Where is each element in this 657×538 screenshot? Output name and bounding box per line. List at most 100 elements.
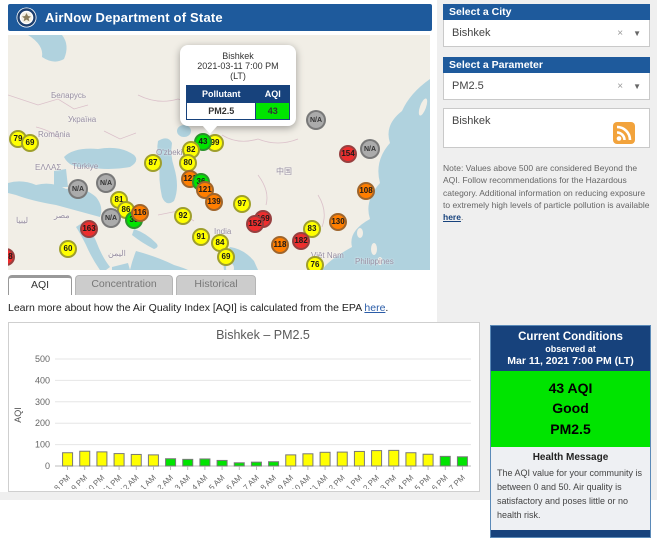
chart-bar	[354, 451, 364, 466]
select-parameter-header: Select a Parameter	[443, 57, 650, 73]
popup-pointer	[202, 125, 218, 134]
map-aqi-marker[interactable]: N/A	[360, 139, 380, 159]
department-of-state-seal-icon	[16, 7, 37, 28]
learn-more-here-link[interactable]: here	[364, 302, 385, 314]
parameter-select[interactable]: PM2.5 × ▼	[444, 73, 649, 99]
chart-bar	[148, 455, 158, 466]
map-aqi-marker[interactable]: 154	[339, 145, 357, 163]
app-header: AirNow Department of State	[8, 4, 432, 31]
chart-svg: 0100200300400500AQIBishkek – PM2.58 PM9 …	[9, 323, 479, 489]
chart-bar	[389, 450, 399, 466]
chart-bar	[166, 459, 176, 466]
map-aqi-marker[interactable]: N/A	[96, 173, 116, 193]
map-aqi-marker[interactable]: 87	[144, 154, 162, 172]
learn-more-suffix: .	[385, 302, 388, 314]
chart-bar	[251, 462, 261, 466]
chart-bar	[217, 460, 227, 466]
map-aqi-marker[interactable]: 92	[174, 207, 192, 225]
note-suffix: .	[461, 212, 463, 222]
map-aqi-marker[interactable]: 152	[246, 215, 264, 233]
tab-bar: AQI Concentration Historical	[8, 275, 256, 295]
city-feed-panel: Bishkek	[443, 108, 650, 148]
chart-bar	[406, 453, 416, 466]
chart-bar	[131, 454, 141, 466]
map-aqi-marker[interactable]: 76	[306, 256, 324, 270]
map-aqi-marker[interactable]: 108	[357, 182, 375, 200]
city-clear-icon[interactable]: ×	[617, 28, 623, 39]
chart-y-tick-label: 400	[35, 375, 50, 385]
chart-bar	[423, 454, 433, 466]
popup-col-pollutant: Pollutant	[187, 86, 256, 103]
health-message-text: The AQI value for your community is betw…	[497, 467, 644, 523]
map-aqi-marker[interactable]: 69	[217, 248, 235, 266]
observed-at-datetime: Mar 11, 2021 7:00 PM (LT)	[493, 355, 648, 367]
health-message-title: Health Message	[497, 452, 644, 463]
popup-timezone: (LT)	[185, 71, 291, 81]
chart-y-axis-label: AQI	[13, 407, 23, 423]
chart-title: Bishkek – PM2.5	[216, 328, 310, 342]
chart-bar	[63, 453, 73, 466]
tab-historical[interactable]: Historical	[176, 275, 256, 295]
current-aqi-box: 43 AQI Good PM2.5	[491, 371, 650, 447]
map-aqi-marker[interactable]: 130	[329, 213, 347, 231]
parameter-clear-icon[interactable]: ×	[617, 81, 623, 92]
chart-bar	[97, 452, 107, 466]
map-aqi-marker[interactable]: 139	[205, 193, 223, 211]
chart-bar	[337, 452, 347, 466]
chart-y-tick-label: 500	[35, 354, 50, 364]
map-aqi-marker[interactable]: 69	[21, 134, 39, 152]
select-city-panel: Select a City Bishkek × ▼	[443, 4, 650, 47]
note-here-link[interactable]: here	[443, 212, 461, 222]
chart-x-tick-label: 7 PM	[447, 473, 467, 489]
note-body: Note: Values above 500 are considered Be…	[443, 163, 649, 210]
map-aqi-marker[interactable]: N/A	[101, 208, 121, 228]
select-city-header: Select a City	[443, 4, 650, 20]
observed-at-label: observed at	[493, 344, 648, 354]
map-aqi-marker[interactable]: N/A	[306, 110, 326, 130]
map-popup: Bishkek 2021-03-11 7:00 PM (LT) Pollutan…	[180, 45, 296, 126]
map-aqi-marker[interactable]: 118	[271, 236, 289, 254]
chart-bar	[320, 452, 330, 466]
current-aqi-value: 43 AQI	[491, 378, 650, 398]
chart-bar	[440, 456, 450, 466]
city-select[interactable]: Bishkek × ▼	[444, 20, 649, 46]
chart-bar	[303, 454, 313, 466]
map-aqi-marker[interactable]: 182	[292, 232, 310, 250]
map-aqi-marker[interactable]: 97	[233, 195, 251, 213]
rss-icon[interactable]	[613, 122, 635, 144]
city-chevron-down-icon[interactable]: ▼	[633, 29, 641, 38]
map-aqi-marker[interactable]: 163	[80, 220, 98, 238]
popup-city: Bishkek	[185, 51, 291, 61]
select-parameter-panel: Select a Parameter PM2.5 × ▼	[443, 57, 650, 100]
map-aqi-marker[interactable]: 116	[131, 204, 149, 222]
chart-bar	[269, 462, 279, 466]
learn-more-body: Learn more about how the Air Quality Ind…	[8, 302, 364, 314]
aqi-map[interactable]: БеларусьУкраїнаRomâniaΕΛΛΑΣTürkiyeO'zbek…	[8, 35, 430, 270]
current-conditions-panel: Current Conditions observed at Mar 11, 2…	[490, 325, 651, 538]
chart-y-tick-label: 300	[35, 397, 50, 407]
parameter-chevron-down-icon[interactable]: ▼	[633, 82, 641, 91]
chart-bar	[114, 454, 124, 466]
parameter-select-value: PM2.5	[452, 80, 617, 92]
current-conditions-title: Current Conditions	[493, 331, 648, 343]
chart-bar	[183, 459, 193, 466]
chart-bar	[286, 455, 296, 466]
health-message-box: Health Message The AQI value for your co…	[491, 447, 650, 530]
current-aqi-category: Good	[491, 398, 650, 418]
chart-bar	[457, 457, 467, 466]
tab-aqi[interactable]: AQI	[8, 275, 72, 295]
map-aqi-marker[interactable]: N/A	[68, 179, 88, 199]
chart-y-tick-label: 200	[35, 418, 50, 428]
map-aqi-marker[interactable]: 60	[59, 240, 77, 258]
map-aqi-marker[interactable]: 91	[192, 228, 210, 246]
learn-more-text: Learn more about how the Air Quality Ind…	[8, 302, 478, 314]
sidebar-note: Note: Values above 500 are considered Be…	[443, 162, 650, 224]
city-select-value: Bishkek	[452, 27, 617, 39]
chart-y-tick-label: 100	[35, 440, 50, 450]
current-conditions-header: Current Conditions observed at Mar 11, 2…	[491, 326, 650, 371]
tab-concentration[interactable]: Concentration	[75, 275, 173, 295]
popup-table: Pollutant AQI PM2.5 43	[186, 85, 290, 120]
current-aqi-pollutant: PM2.5	[491, 419, 650, 439]
aqi-bar-chart: 0100200300400500AQIBishkek – PM2.58 PM9 …	[8, 322, 480, 492]
popup-datetime: 2021-03-11 7:00 PM	[185, 61, 291, 71]
